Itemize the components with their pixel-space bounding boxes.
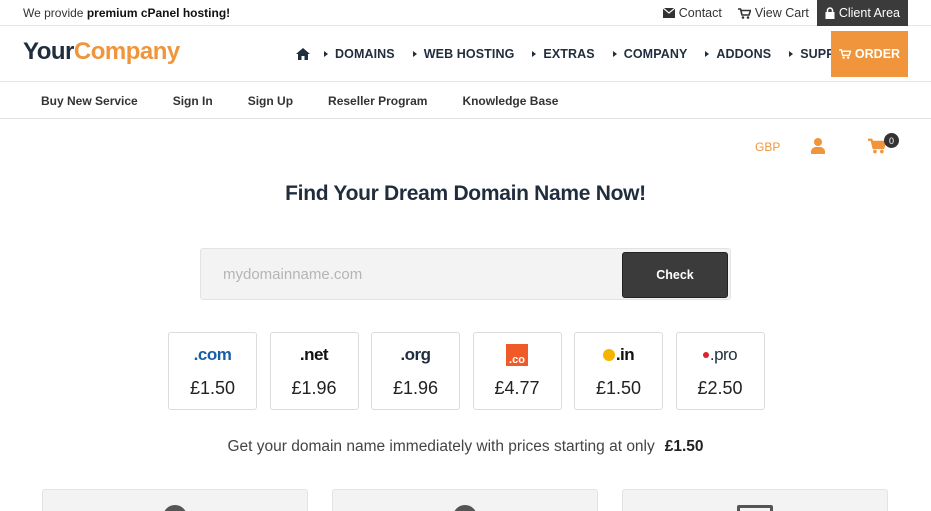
domain-search-input[interactable] xyxy=(201,249,619,299)
tld-price: £2.50 xyxy=(697,378,743,398)
com-logo: .com xyxy=(169,343,256,367)
main-nav: DOMAINS WEB HOSTING EXTRAS COMPANY ADDON… xyxy=(296,26,879,82)
net-logo-text: .net xyxy=(299,345,329,364)
caret-right-icon xyxy=(789,51,794,57)
feature-box-2[interactable] xyxy=(332,489,598,511)
subnav-sign-up[interactable]: Sign Up xyxy=(248,94,293,108)
nav-extras[interactable]: EXTRAS xyxy=(532,47,595,61)
subnav-reseller-program[interactable]: Reseller Program xyxy=(328,94,427,108)
nav-web-hosting[interactable]: WEB HOSTING xyxy=(412,47,515,61)
view-cart-link[interactable]: View Cart xyxy=(737,6,809,20)
home-icon[interactable] xyxy=(296,48,310,60)
sun-icon xyxy=(602,349,615,361)
tld-price-list: .com £1.50 .net £1.96 .org £1.96 .co £4.… xyxy=(168,332,777,410)
feature-box-3[interactable] xyxy=(622,489,888,511)
hero-title: Find Your Dream Domain Name Now! xyxy=(285,182,646,205)
domain-search: Check xyxy=(200,248,731,300)
nav-company-label: COMPANY xyxy=(623,47,688,61)
tld-price: £1.50 xyxy=(595,378,642,398)
tld-card-pro[interactable]: .pro £2.50 xyxy=(675,332,765,410)
co-logo-text: .co xyxy=(506,344,528,366)
caret-right-icon xyxy=(324,51,328,57)
in-logo: .in xyxy=(575,343,662,367)
subnav-buy-new-service[interactable]: Buy New Service xyxy=(41,94,138,108)
tld-card-com[interactable]: .com £1.50 xyxy=(168,332,257,410)
org-logo: .org xyxy=(372,343,459,367)
nav-addons-label: ADDONS xyxy=(716,47,772,61)
pro-logo-text: .pro xyxy=(709,345,738,364)
top-links: Contact View Cart Client Area xyxy=(647,0,908,26)
tagline-bold: premium cPanel hosting! xyxy=(86,6,231,20)
nav-domains-label: DOMAINS xyxy=(335,47,395,61)
nav-web-hosting-label: WEB HOSTING xyxy=(423,47,515,61)
feature-icon xyxy=(163,505,187,511)
tld-price: £1.96 xyxy=(392,378,439,398)
tld-price: £1.50 xyxy=(189,378,236,398)
pro-logo: .pro xyxy=(677,343,764,367)
currency-selector[interactable]: GBP xyxy=(755,140,780,154)
header: YourCompany DOMAINS WEB HOSTING EXTRAS C… xyxy=(0,26,931,82)
subnav-sign-in[interactable]: Sign In xyxy=(173,94,213,108)
company-logo[interactable]: YourCompany xyxy=(23,38,180,66)
tld-card-org[interactable]: .org £1.96 xyxy=(371,332,460,410)
caret-right-icon xyxy=(612,51,617,57)
order-button[interactable]: ORDER xyxy=(831,31,908,77)
logo-part-1: Your xyxy=(23,38,74,65)
co-logo: .co xyxy=(474,343,561,367)
in-logo-text: .in xyxy=(615,345,635,364)
lock-icon xyxy=(825,7,835,19)
feature-icon xyxy=(453,505,477,511)
com-logo-text: .com xyxy=(193,345,232,364)
feature-box-1[interactable] xyxy=(42,489,308,511)
subnav-knowledge-base[interactable]: Knowledge Base xyxy=(462,94,558,108)
order-label: ORDER xyxy=(854,47,901,61)
user-icon[interactable] xyxy=(811,138,825,159)
cart-icon xyxy=(839,49,851,59)
nav-addons[interactable]: ADDONS xyxy=(705,47,771,61)
sub-nav: Buy New Service Sign In Sign Up Reseller… xyxy=(0,83,931,119)
starting-price: £1.50 xyxy=(664,438,704,455)
client-area-label: Client Area xyxy=(838,6,900,20)
tld-price: £1.96 xyxy=(291,378,337,398)
tagline-prefix: We provide xyxy=(23,6,87,20)
starting-price-text: Get your domain name immediately with pr… xyxy=(0,438,931,456)
caret-right-icon xyxy=(412,51,417,57)
caret-right-icon xyxy=(532,51,537,57)
contact-label: Contact xyxy=(678,6,722,20)
nav-company[interactable]: COMPANY xyxy=(612,47,688,61)
top-bar: We provide premium cPanel hosting! Conta… xyxy=(0,0,931,26)
client-area-button[interactable]: Client Area xyxy=(816,0,908,26)
caret-right-icon xyxy=(705,51,710,57)
tagline: We provide premium cPanel hosting! xyxy=(23,6,230,20)
tld-price: £4.77 xyxy=(494,378,540,398)
nav-domains[interactable]: DOMAINS xyxy=(324,47,395,61)
tld-card-co[interactable]: .co £4.77 xyxy=(472,332,562,410)
logo-part-2: Company xyxy=(73,38,180,65)
tld-card-net[interactable]: .net £1.96 xyxy=(269,332,359,410)
org-logo-text: .org xyxy=(400,345,431,364)
cart-count-badge: 0 xyxy=(884,133,899,148)
red-dot-icon xyxy=(702,352,709,358)
view-cart-label: View Cart xyxy=(754,6,809,20)
net-logo: .net xyxy=(271,343,358,367)
nav-extras-label: EXTRAS xyxy=(543,47,595,61)
cart-icon xyxy=(737,7,751,19)
contact-link[interactable]: Contact xyxy=(662,6,722,20)
tld-card-in[interactable]: .in £1.50 xyxy=(574,332,663,410)
check-button[interactable]: Check xyxy=(622,252,728,298)
monitor-icon xyxy=(737,505,773,511)
envelope-icon xyxy=(662,8,675,18)
starting-text: Get your domain name immediately with pr… xyxy=(227,438,655,455)
